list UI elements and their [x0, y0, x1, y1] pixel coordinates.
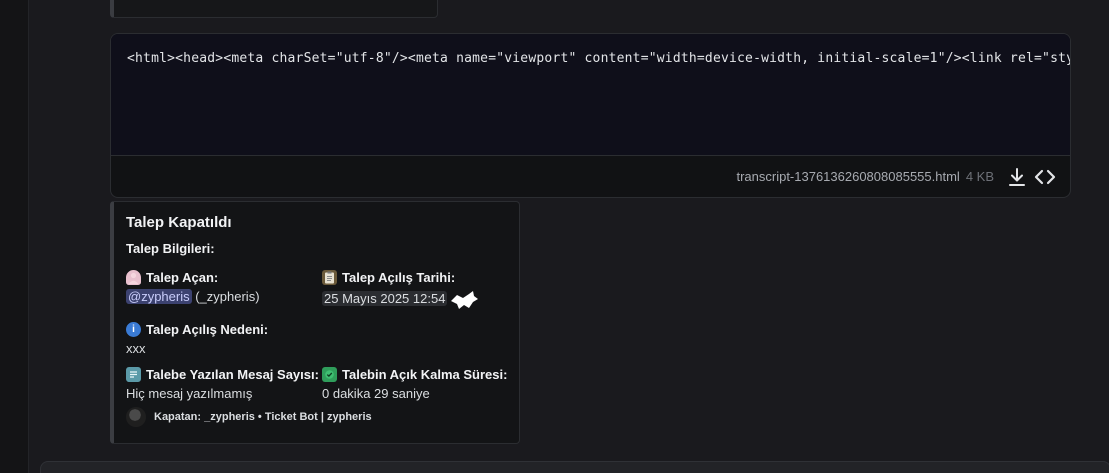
chat-view: <html><head><meta charSet="utf-8"/><meta…	[0, 0, 1109, 473]
person-icon	[126, 270, 141, 285]
ticket-closed-embed: Talep Kapatıldı Talep Bilgileri: Talep A…	[110, 201, 520, 444]
field-duration: Talebin Açık Kalma Süresi: 0 dakika 29 s…	[322, 367, 518, 401]
field-name-open-date: Talep Açılış Tarihi:	[342, 270, 456, 285]
file-preview[interactable]: <html><head><meta charSet="utf-8"/><meta…	[110, 33, 1071, 198]
field-value-reason: xxx	[126, 341, 146, 356]
field-opener: Talep Açan: @zypheris (_zypheris)	[126, 270, 322, 311]
file-size: 4 KB	[965, 169, 994, 184]
embed-description: Talep Bilgileri:	[126, 241, 215, 256]
field-open-date: Talep Açılış Tarihi: 25 Mayıs 2025 12:54	[322, 270, 518, 311]
field-message-count: Talebe Yazılan Mesaj Sayısı: Hiç mesaj y…	[126, 367, 322, 401]
embed-title: Talep Kapatıldı	[126, 214, 232, 231]
embed-fields: Talep Açan: @zypheris (_zypheris) Talep …	[126, 270, 507, 401]
embed-footer: Kapatan: _zypheris • Ticket Bot | zypher…	[126, 407, 372, 427]
left-rail	[0, 0, 29, 473]
code-icon[interactable]	[1034, 166, 1056, 188]
field-value-duration: 0 dakika 29 saniye	[322, 386, 430, 401]
field-value-message-count: Hiç mesaj yazılmamış	[126, 386, 253, 401]
cat-sticker-icon	[451, 291, 479, 309]
info-icon: i	[126, 322, 141, 337]
file-name[interactable]: transcript-1376136260808085555.html	[736, 169, 959, 184]
timestamp[interactable]: 25 Mayıs 2025 12:54	[322, 291, 448, 307]
file-footer: transcript-1376136260808085555.html 4 KB	[111, 156, 1070, 197]
field-name-opener: Talep Açan:	[146, 270, 219, 285]
download-icon[interactable]	[1006, 166, 1028, 188]
field-name-reason: Talep Açılış Nedeni:	[146, 322, 269, 337]
clipboard-icon	[322, 270, 337, 285]
field-reason: i Talep Açılış Nedeni: xxx	[126, 322, 518, 356]
code-text: <html><head><meta charSet="utf-8"/><meta…	[127, 51, 1070, 66]
speech-balloon-icon	[126, 367, 141, 382]
field-name-message-count: Talebe Yazılan Mesaj Sayısı:	[146, 367, 319, 382]
user-mention[interactable]: @zypheris	[126, 289, 192, 304]
check-shield-icon	[322, 367, 337, 382]
previous-embed	[110, 0, 438, 18]
field-name-duration: Talebin Açık Kalma Süresi:	[342, 367, 508, 382]
footer-text: Kapatan: _zypheris • Ticket Bot | zypher…	[154, 411, 372, 423]
field-value-opener: (_zypheris)	[191, 289, 260, 304]
message-input-bar[interactable]	[40, 461, 1109, 473]
avatar[interactable]	[126, 407, 146, 427]
code-preview[interactable]: <html><head><meta charSet="utf-8"/><meta…	[111, 34, 1070, 156]
